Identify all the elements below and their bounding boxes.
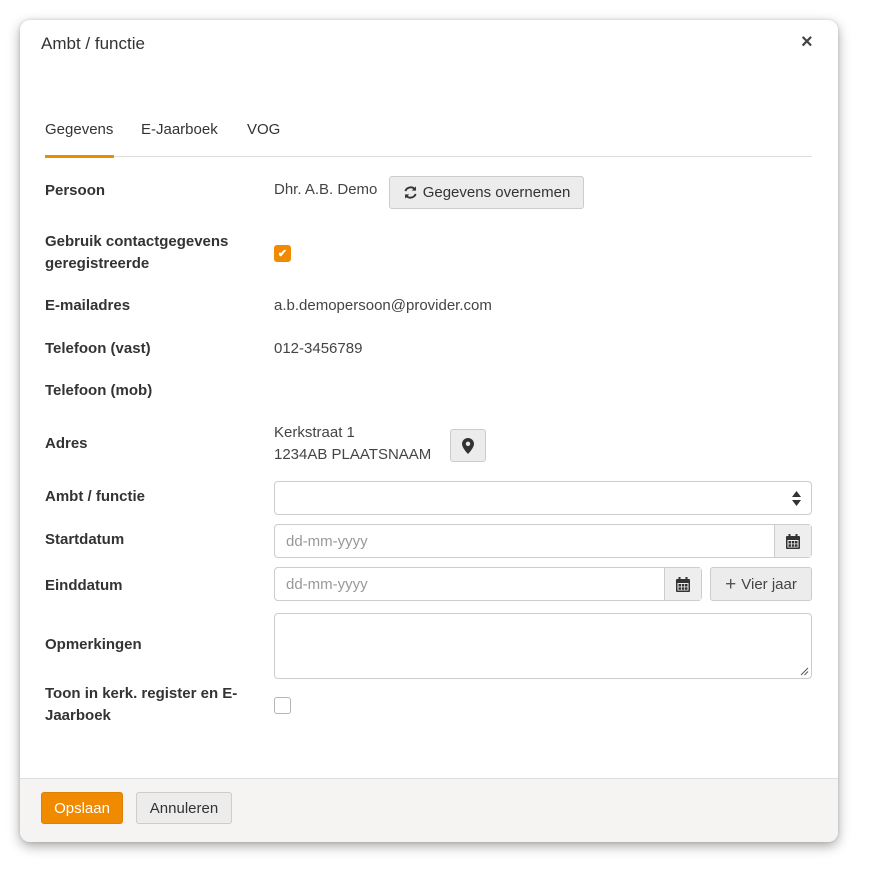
einddatum-label: Einddatum <box>45 577 123 594</box>
toon-label-line1: Toon in kerk. register en E- <box>45 685 238 702</box>
save-button[interactable]: Opslaan <box>41 792 123 824</box>
email-value: a.b.demopersoon@provider.com <box>274 297 492 314</box>
persoon-label: Persoon <box>45 182 106 199</box>
adres-value: Kerkstraat 1 1234AB PLAATSNAAM <box>274 422 431 466</box>
ambt-label: Ambt / functie <box>45 488 145 505</box>
vier-jaar-label: Vier jaar <box>741 575 797 593</box>
persoon-value: Dhr. A.B. Demo <box>274 181 378 198</box>
einddatum-calendar-button[interactable] <box>664 568 701 600</box>
cancel-button[interactable]: Annuleren <box>136 792 232 824</box>
einddatum-group <box>274 567 702 601</box>
tab-vog[interactable]: VOG <box>247 121 280 157</box>
adres-line2: 1234AB PLAATSNAAM <box>274 446 432 463</box>
gegevens-overnemen-button[interactable]: Gegevens overnemen <box>389 176 584 209</box>
startdatum-group <box>274 524 812 558</box>
opmerkingen-group <box>274 613 812 679</box>
dialog-title: Ambt / functie <box>41 34 145 53</box>
contact-label-line2: geregistreerde <box>45 255 150 272</box>
plus-icon: + <box>725 573 737 595</box>
tab-e-jaarboek[interactable]: E-Jaarboek <box>141 121 218 157</box>
adres-label: Adres <box>45 435 88 452</box>
tab-gegevens[interactable]: Gegevens <box>45 121 114 158</box>
toon-label: Toon in kerk. register en E- Jaarboek <box>45 683 237 727</box>
tab-bar: Gegevens E-Jaarboek VOG <box>45 121 812 158</box>
opmerkingen-label: Opmerkingen <box>45 636 142 653</box>
ambt-select[interactable] <box>274 481 812 515</box>
refresh-icon <box>404 186 417 199</box>
einddatum-input[interactable] <box>284 568 654 600</box>
gegevens-overnemen-label: Gegevens overnemen <box>422 184 571 201</box>
tel-mob-label: Telefoon (mob) <box>45 382 153 399</box>
tel-vast-value: 012-3456789 <box>274 340 363 357</box>
calendar-icon <box>676 576 690 592</box>
startdatum-label: Startdatum <box>45 531 125 548</box>
vier-jaar-button[interactable]: + Vier jaar <box>710 567 812 601</box>
opmerkingen-textarea[interactable] <box>283 620 803 672</box>
contact-label: Gebruik contactgegevens geregistreerde <box>45 231 228 275</box>
contact-checkbox[interactable]: ✔ <box>274 245 291 262</box>
tel-vast-label: Telefoon (vast) <box>45 340 151 357</box>
map-button[interactable] <box>450 429 486 462</box>
adres-line1: Kerkstraat 1 <box>274 424 355 441</box>
email-label: E-mailadres <box>45 297 131 314</box>
contact-label-line1: Gebruik contactgegevens <box>45 233 229 250</box>
calendar-icon <box>786 533 800 549</box>
startdatum-input[interactable] <box>284 525 764 557</box>
toon-label-line2: Jaarboek <box>45 707 111 724</box>
modal-dialog: Ambt / functie × Gegevens E-Jaarboek VOG… <box>20 20 838 842</box>
startdatum-calendar-button[interactable] <box>774 525 811 557</box>
close-icon[interactable]: × <box>801 31 813 54</box>
map-marker-icon <box>462 437 474 454</box>
sort-icon <box>792 491 801 506</box>
resize-handle-icon[interactable] <box>800 667 809 676</box>
toon-checkbox[interactable] <box>274 697 291 714</box>
dialog-footer: Opslaan Annuleren <box>20 778 838 842</box>
check-icon: ✔ <box>277 248 288 260</box>
